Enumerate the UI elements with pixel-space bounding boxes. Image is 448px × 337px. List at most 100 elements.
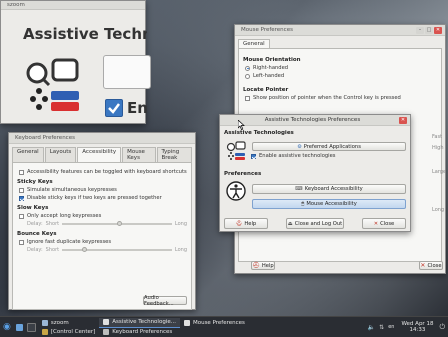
at-close-button[interactable]: ✕ Close bbox=[362, 218, 406, 229]
power-button[interactable]: ⏻ bbox=[436, 317, 448, 337]
mouse-accessibility-button[interactable]: 🖱 Mouse Accessibility bbox=[252, 199, 406, 209]
radio-icon bbox=[245, 65, 250, 71]
checkbox-icon bbox=[19, 187, 24, 193]
zoom-title: szoom bbox=[7, 2, 25, 8]
keyboard-icon: ⌨ bbox=[295, 186, 303, 192]
at-help-label: Help bbox=[244, 220, 257, 227]
checkbox-icon bbox=[105, 99, 123, 117]
preferred-apps-label: Preferred Applications bbox=[303, 143, 361, 150]
volume-icon[interactable]: 🔈 bbox=[368, 324, 375, 331]
tab-accessibility[interactable]: Accessibility bbox=[77, 147, 122, 162]
task-control-center[interactable]: [Control Center] bbox=[38, 327, 99, 336]
long-keypresses-checkbox[interactable]: Only accept long keypresses bbox=[19, 213, 187, 219]
terminal-icon bbox=[26, 322, 36, 332]
slow-delay-slider[interactable] bbox=[62, 221, 172, 226]
task-assistive-tech[interactable]: Assistive Technologie... bbox=[99, 317, 180, 328]
at-prefs-title: Assistive Technologies Preferences bbox=[264, 117, 361, 123]
task-szoom[interactable]: szoom bbox=[38, 318, 99, 327]
keyboard-preferences-window: Keyboard Preferences General Layouts Acc… bbox=[8, 132, 196, 310]
at-help-button[interactable]: ⛑ Help bbox=[224, 218, 268, 229]
checkbox-icon bbox=[251, 153, 256, 159]
task-control-center-label: [Control Center] bbox=[50, 328, 96, 335]
left-handed-radio[interactable]: Left-handed bbox=[245, 73, 437, 79]
keyboard-prefs-titlebar[interactable]: Keyboard Preferences bbox=[9, 133, 195, 144]
system-tray: 🔈 ⇅ en bbox=[364, 317, 399, 337]
start-menu-button[interactable]: ◉ bbox=[0, 317, 14, 337]
mouse-icon: 🖱 bbox=[301, 200, 305, 207]
tab-layouts[interactable]: Layouts bbox=[44, 147, 77, 162]
minimize-button[interactable]: – bbox=[416, 26, 424, 34]
tab-general[interactable]: General bbox=[238, 39, 270, 48]
orientation-heading: Mouse Orientation bbox=[243, 57, 301, 63]
at-app-icon bbox=[103, 319, 110, 325]
simulate-keypresses-label: Simulate simultaneous keypresses bbox=[27, 187, 117, 193]
sticky-keys-heading: Sticky Keys bbox=[17, 179, 53, 185]
long-keypresses-label: Only accept long keypresses bbox=[27, 213, 102, 219]
delay-label: Delay: bbox=[27, 221, 43, 227]
clock-time: 14:33 bbox=[409, 327, 426, 333]
close-and-logout-button[interactable]: ⏏ Close and Log Out bbox=[286, 218, 344, 229]
bounce-delay-slider-row: Delay: Short Long bbox=[27, 247, 187, 253]
at-close-label: Close bbox=[380, 220, 395, 227]
zoom-titlebar[interactable]: szoom bbox=[1, 1, 145, 10]
locale-indicator[interactable]: en bbox=[388, 324, 394, 330]
taskbar: ◉ szoom [Control Center] Assistive Techn… bbox=[0, 316, 448, 337]
simulate-keypresses-checkbox[interactable]: Simulate simultaneous keypresses bbox=[19, 187, 187, 193]
mouse-help-button[interactable]: ⛑ Help bbox=[251, 261, 275, 270]
clock[interactable]: Wed Apr 18 14:33 bbox=[398, 317, 436, 337]
long-label: Long bbox=[432, 207, 445, 213]
tab-mouse-keys[interactable]: Mouse Keys bbox=[122, 147, 156, 162]
right-handed-radio[interactable]: Right-handed bbox=[245, 65, 437, 71]
task-szoom-label: szoom bbox=[50, 319, 69, 326]
quicklaunch-terminal[interactable] bbox=[25, 317, 38, 337]
shortcut-toggle-checkbox[interactable]: Accessibility features can be toggled wi… bbox=[19, 169, 187, 175]
checkbox-icon bbox=[19, 169, 24, 175]
delay-label: Delay: bbox=[27, 247, 43, 253]
slider-knob[interactable] bbox=[81, 247, 87, 252]
at-prefs-titlebar[interactable]: Assistive Technologies Preferences ✕ bbox=[220, 115, 410, 126]
disable-sticky-checkbox[interactable]: Disable sticky keys if two keys are pres… bbox=[19, 195, 187, 201]
help-icon: ⛑ bbox=[252, 262, 260, 269]
logout-icon: ⏏ bbox=[287, 220, 293, 227]
locate-pointer-checkbox[interactable]: Show position of pointer when the Contro… bbox=[245, 95, 437, 101]
tab-typing-break[interactable]: Typing Break bbox=[156, 147, 192, 162]
mouse-accessibility-label: Mouse Accessibility bbox=[306, 201, 357, 207]
mouse-close-button[interactable]: ✕ Close bbox=[419, 261, 443, 270]
keyboard-accessibility-button[interactable]: ⌨ Keyboard Accessibility bbox=[252, 184, 406, 194]
quicklaunch-files[interactable] bbox=[14, 317, 25, 337]
checkbox-icon bbox=[19, 213, 24, 219]
task-keyboard-prefs[interactable]: Keyboard Preferences bbox=[99, 328, 180, 337]
zoomed-checkbox-label: En bbox=[127, 99, 148, 117]
at-large-icon bbox=[25, 57, 81, 115]
slider-knob[interactable] bbox=[116, 221, 122, 226]
help-icon: ⛑ bbox=[235, 220, 243, 227]
close-window-button[interactable]: ✕ bbox=[399, 116, 407, 124]
enable-at-checkbox[interactable]: Enable assistive technologies bbox=[251, 153, 336, 159]
preferred-applications-button[interactable]: ⚙ Preferred Applications bbox=[252, 142, 406, 151]
enable-at-label: Enable assistive technologies bbox=[259, 153, 336, 159]
task-keyboard-prefs-label: Keyboard Preferences bbox=[112, 329, 173, 335]
task-mouse-prefs-label: Mouse Preferences bbox=[192, 319, 245, 326]
long-label: Long bbox=[174, 247, 187, 253]
large-label: Large bbox=[432, 169, 447, 175]
apps-icon: ⚙ bbox=[297, 143, 302, 150]
task-mouse-prefs[interactable]: Mouse Preferences bbox=[180, 318, 249, 327]
assistive-tech-window: Assistive Technologies Preferences ✕ Ass… bbox=[219, 114, 411, 232]
accessibility-panel: Accessibility features can be toggled wi… bbox=[12, 162, 192, 310]
slow-keys-heading: Slow Keys bbox=[17, 205, 49, 211]
audio-feedback-button[interactable]: Audio Feedback... bbox=[143, 295, 187, 307]
maximize-button[interactable]: □ bbox=[425, 26, 433, 34]
network-icon[interactable]: ⇅ bbox=[379, 324, 384, 331]
keyboard-accessibility-label: Keyboard Accessibility bbox=[304, 186, 363, 192]
bounce-delay-slider[interactable] bbox=[62, 247, 172, 252]
zoomed-button bbox=[103, 55, 151, 89]
zoom-heading: Assistive Technol bbox=[23, 25, 147, 43]
tab-general[interactable]: General bbox=[12, 147, 44, 162]
mouse-prefs-titlebar[interactable]: Mouse Preferences – □ ✕ bbox=[235, 25, 445, 36]
ignore-duplicate-checkbox[interactable]: Ignore fast duplicate keypresses bbox=[19, 239, 187, 245]
menu-logo-icon: ◉ bbox=[3, 322, 11, 332]
close-window-button[interactable]: ✕ bbox=[434, 26, 442, 34]
keyboard-app-icon bbox=[103, 329, 110, 335]
ignore-duplicate-label: Ignore fast duplicate keypresses bbox=[27, 239, 112, 245]
fast-label: Fast bbox=[432, 134, 443, 140]
